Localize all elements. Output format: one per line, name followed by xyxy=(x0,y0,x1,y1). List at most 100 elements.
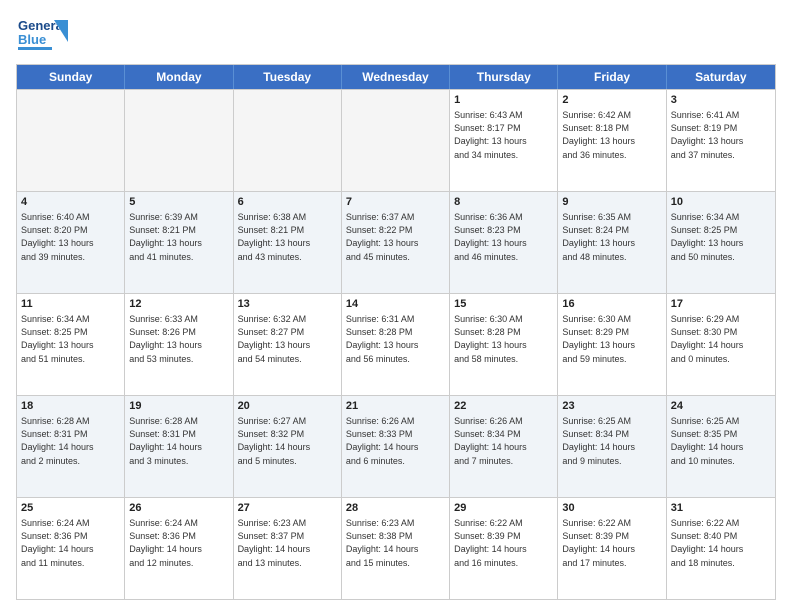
day-cell-27: 27Sunrise: 6:23 AM Sunset: 8:37 PM Dayli… xyxy=(234,498,342,599)
day-info: Sunrise: 6:25 AM Sunset: 8:35 PM Dayligh… xyxy=(671,415,771,467)
empty-cell xyxy=(17,90,125,191)
day-header-friday: Friday xyxy=(558,65,666,89)
week-row-5: 25Sunrise: 6:24 AM Sunset: 8:36 PM Dayli… xyxy=(17,497,775,599)
day-header-tuesday: Tuesday xyxy=(234,65,342,89)
day-number: 12 xyxy=(129,297,228,312)
day-cell-29: 29Sunrise: 6:22 AM Sunset: 8:39 PM Dayli… xyxy=(450,498,558,599)
empty-cell xyxy=(234,90,342,191)
day-cell-4: 4Sunrise: 6:40 AM Sunset: 8:20 PM Daylig… xyxy=(17,192,125,293)
day-number: 15 xyxy=(454,297,553,312)
day-number: 5 xyxy=(129,195,228,210)
day-header-monday: Monday xyxy=(125,65,233,89)
day-info: Sunrise: 6:37 AM Sunset: 8:22 PM Dayligh… xyxy=(346,211,445,263)
day-info: Sunrise: 6:42 AM Sunset: 8:18 PM Dayligh… xyxy=(562,109,661,161)
day-number: 14 xyxy=(346,297,445,312)
day-cell-13: 13Sunrise: 6:32 AM Sunset: 8:27 PM Dayli… xyxy=(234,294,342,395)
day-number: 22 xyxy=(454,399,553,414)
day-number: 11 xyxy=(21,297,120,312)
day-info: Sunrise: 6:23 AM Sunset: 8:37 PM Dayligh… xyxy=(238,517,337,569)
day-info: Sunrise: 6:26 AM Sunset: 8:34 PM Dayligh… xyxy=(454,415,553,467)
day-info: Sunrise: 6:28 AM Sunset: 8:31 PM Dayligh… xyxy=(21,415,120,467)
day-info: Sunrise: 6:41 AM Sunset: 8:19 PM Dayligh… xyxy=(671,109,771,161)
day-number: 13 xyxy=(238,297,337,312)
day-cell-25: 25Sunrise: 6:24 AM Sunset: 8:36 PM Dayli… xyxy=(17,498,125,599)
day-info: Sunrise: 6:36 AM Sunset: 8:23 PM Dayligh… xyxy=(454,211,553,263)
day-cell-16: 16Sunrise: 6:30 AM Sunset: 8:29 PM Dayli… xyxy=(558,294,666,395)
logo: General Blue xyxy=(16,12,68,56)
day-number: 9 xyxy=(562,195,661,210)
day-info: Sunrise: 6:33 AM Sunset: 8:26 PM Dayligh… xyxy=(129,313,228,365)
day-info: Sunrise: 6:32 AM Sunset: 8:27 PM Dayligh… xyxy=(238,313,337,365)
logo-icon: General Blue xyxy=(16,12,68,56)
day-cell-5: 5Sunrise: 6:39 AM Sunset: 8:21 PM Daylig… xyxy=(125,192,233,293)
day-cell-8: 8Sunrise: 6:36 AM Sunset: 8:23 PM Daylig… xyxy=(450,192,558,293)
day-number: 26 xyxy=(129,501,228,516)
calendar: SundayMondayTuesdayWednesdayThursdayFrid… xyxy=(16,64,776,600)
day-info: Sunrise: 6:22 AM Sunset: 8:39 PM Dayligh… xyxy=(454,517,553,569)
day-info: Sunrise: 6:35 AM Sunset: 8:24 PM Dayligh… xyxy=(562,211,661,263)
day-info: Sunrise: 6:24 AM Sunset: 8:36 PM Dayligh… xyxy=(21,517,120,569)
day-info: Sunrise: 6:25 AM Sunset: 8:34 PM Dayligh… xyxy=(562,415,661,467)
day-number: 10 xyxy=(671,195,771,210)
day-number: 31 xyxy=(671,501,771,516)
day-cell-30: 30Sunrise: 6:22 AM Sunset: 8:39 PM Dayli… xyxy=(558,498,666,599)
day-info: Sunrise: 6:30 AM Sunset: 8:28 PM Dayligh… xyxy=(454,313,553,365)
day-cell-12: 12Sunrise: 6:33 AM Sunset: 8:26 PM Dayli… xyxy=(125,294,233,395)
header: General Blue xyxy=(16,12,776,56)
day-cell-6: 6Sunrise: 6:38 AM Sunset: 8:21 PM Daylig… xyxy=(234,192,342,293)
day-cell-18: 18Sunrise: 6:28 AM Sunset: 8:31 PM Dayli… xyxy=(17,396,125,497)
day-info: Sunrise: 6:28 AM Sunset: 8:31 PM Dayligh… xyxy=(129,415,228,467)
day-cell-20: 20Sunrise: 6:27 AM Sunset: 8:32 PM Dayli… xyxy=(234,396,342,497)
day-cell-28: 28Sunrise: 6:23 AM Sunset: 8:38 PM Dayli… xyxy=(342,498,450,599)
day-info: Sunrise: 6:40 AM Sunset: 8:20 PM Dayligh… xyxy=(21,211,120,263)
day-cell-21: 21Sunrise: 6:26 AM Sunset: 8:33 PM Dayli… xyxy=(342,396,450,497)
day-info: Sunrise: 6:22 AM Sunset: 8:39 PM Dayligh… xyxy=(562,517,661,569)
day-number: 4 xyxy=(21,195,120,210)
day-info: Sunrise: 6:27 AM Sunset: 8:32 PM Dayligh… xyxy=(238,415,337,467)
day-number: 20 xyxy=(238,399,337,414)
week-row-1: 1Sunrise: 6:43 AM Sunset: 8:17 PM Daylig… xyxy=(17,89,775,191)
day-info: Sunrise: 6:34 AM Sunset: 8:25 PM Dayligh… xyxy=(671,211,771,263)
calendar-body: 1Sunrise: 6:43 AM Sunset: 8:17 PM Daylig… xyxy=(17,89,775,599)
day-number: 8 xyxy=(454,195,553,210)
day-header-thursday: Thursday xyxy=(450,65,558,89)
day-cell-2: 2Sunrise: 6:42 AM Sunset: 8:18 PM Daylig… xyxy=(558,90,666,191)
day-info: Sunrise: 6:38 AM Sunset: 8:21 PM Dayligh… xyxy=(238,211,337,263)
page: General Blue SundayMondayTuesdayWednesda… xyxy=(0,0,792,612)
day-number: 29 xyxy=(454,501,553,516)
day-info: Sunrise: 6:29 AM Sunset: 8:30 PM Dayligh… xyxy=(671,313,771,365)
day-info: Sunrise: 6:23 AM Sunset: 8:38 PM Dayligh… xyxy=(346,517,445,569)
day-cell-1: 1Sunrise: 6:43 AM Sunset: 8:17 PM Daylig… xyxy=(450,90,558,191)
day-cell-31: 31Sunrise: 6:22 AM Sunset: 8:40 PM Dayli… xyxy=(667,498,775,599)
day-info: Sunrise: 6:30 AM Sunset: 8:29 PM Dayligh… xyxy=(562,313,661,365)
day-info: Sunrise: 6:31 AM Sunset: 8:28 PM Dayligh… xyxy=(346,313,445,365)
week-row-2: 4Sunrise: 6:40 AM Sunset: 8:20 PM Daylig… xyxy=(17,191,775,293)
day-number: 28 xyxy=(346,501,445,516)
day-header-wednesday: Wednesday xyxy=(342,65,450,89)
day-cell-3: 3Sunrise: 6:41 AM Sunset: 8:19 PM Daylig… xyxy=(667,90,775,191)
day-header-sunday: Sunday xyxy=(17,65,125,89)
calendar-header: SundayMondayTuesdayWednesdayThursdayFrid… xyxy=(17,65,775,89)
day-number: 3 xyxy=(671,93,771,108)
day-number: 27 xyxy=(238,501,337,516)
svg-text:Blue: Blue xyxy=(18,32,46,47)
day-number: 1 xyxy=(454,93,553,108)
day-cell-11: 11Sunrise: 6:34 AM Sunset: 8:25 PM Dayli… xyxy=(17,294,125,395)
day-cell-19: 19Sunrise: 6:28 AM Sunset: 8:31 PM Dayli… xyxy=(125,396,233,497)
day-cell-7: 7Sunrise: 6:37 AM Sunset: 8:22 PM Daylig… xyxy=(342,192,450,293)
day-number: 23 xyxy=(562,399,661,414)
day-number: 18 xyxy=(21,399,120,414)
day-info: Sunrise: 6:39 AM Sunset: 8:21 PM Dayligh… xyxy=(129,211,228,263)
day-number: 24 xyxy=(671,399,771,414)
empty-cell xyxy=(342,90,450,191)
day-info: Sunrise: 6:43 AM Sunset: 8:17 PM Dayligh… xyxy=(454,109,553,161)
empty-cell xyxy=(125,90,233,191)
day-number: 19 xyxy=(129,399,228,414)
day-number: 16 xyxy=(562,297,661,312)
day-number: 17 xyxy=(671,297,771,312)
day-cell-22: 22Sunrise: 6:26 AM Sunset: 8:34 PM Dayli… xyxy=(450,396,558,497)
day-number: 25 xyxy=(21,501,120,516)
day-cell-17: 17Sunrise: 6:29 AM Sunset: 8:30 PM Dayli… xyxy=(667,294,775,395)
day-number: 21 xyxy=(346,399,445,414)
day-cell-15: 15Sunrise: 6:30 AM Sunset: 8:28 PM Dayli… xyxy=(450,294,558,395)
